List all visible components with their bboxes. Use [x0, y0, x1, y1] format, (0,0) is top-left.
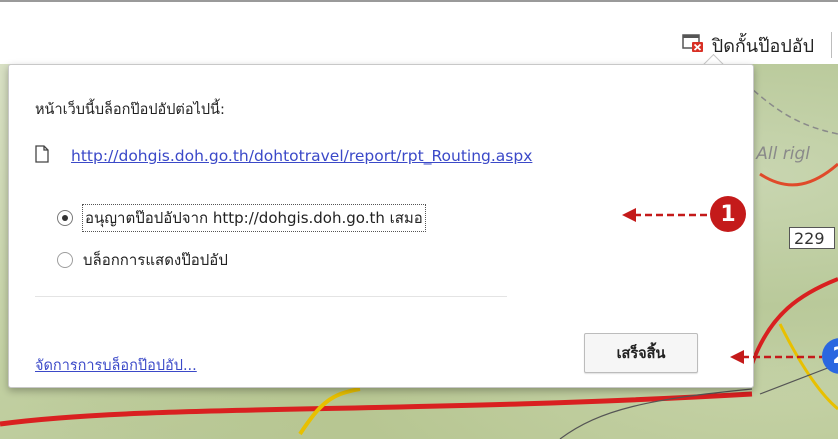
bubble-title: หน้าเว็บนี้บล็อกป๊อปอัปต่อไปนี้: [35, 102, 225, 118]
route-number: 229 [794, 228, 825, 248]
popup-blocked-indicator[interactable]: ปิดกั้นป๊อปอัป [682, 30, 814, 60]
route-number-badge: 229 [789, 227, 835, 249]
manage-popup-blocking-link[interactable]: จัดการการบล็อกป๊อปอัป... [35, 354, 197, 377]
allow-option-label: อนุญาตป๊อปอัปจาก http://dohgis.doh.go.th… [82, 204, 426, 232]
option-allow-popups[interactable]: อนุญาตป๊อปอัปจาก http://dohgis.doh.go.th… [57, 204, 426, 232]
option-block-popups[interactable]: บล็อกการแสดงป๊อปอัป [57, 248, 228, 272]
annotation-arrow-1 [622, 208, 710, 222]
blocked-popup-link[interactable]: http://dohgis.doh.go.th/dohtotravel/repo… [71, 147, 532, 165]
block-option-label: บล็อกการแสดงป๊อปอัป [83, 251, 228, 269]
annotation-marker-1: 1 [710, 196, 746, 232]
blocked-popup-icon [682, 33, 704, 57]
toolbar-separator [831, 32, 832, 58]
annotation-arrow-2 [730, 350, 822, 364]
blocked-popup-row: http://dohgis.doh.go.th/dohtotravel/repo… [35, 145, 532, 167]
block-radio[interactable] [57, 252, 73, 268]
done-button[interactable]: เสร็จสิ้น [584, 333, 698, 373]
popup-blocked-label: ปิดกั้นป๊อปอัป [711, 35, 814, 57]
allow-radio[interactable] [57, 210, 73, 226]
bubble-divider [35, 296, 507, 297]
document-icon [35, 145, 49, 167]
